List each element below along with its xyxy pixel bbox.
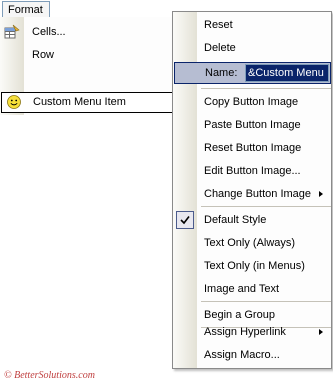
cells-format-icon [4, 24, 20, 40]
menu-item-custom-label: Custom Menu Item [33, 96, 126, 108]
ctx-edit-image[interactable]: Edit Button Image... [173, 160, 331, 182]
menubar-format[interactable]: Format [2, 1, 50, 18]
checkmark-icon [176, 211, 194, 229]
ctx-reset-image[interactable]: Reset Button Image [173, 137, 331, 159]
ctx-delete[interactable]: Delete [173, 37, 331, 59]
menu-item-cells-label: Cells... [32, 26, 66, 38]
ctx-reset-image-label: Reset Button Image [204, 142, 302, 154]
ctx-text-only-always[interactable]: Text Only (Always) [173, 232, 331, 254]
ctx-default-style[interactable]: Default Style [173, 209, 331, 231]
screenshot-root: Format Cells... Row Custom Menu Item Res… [0, 0, 333, 383]
ctx-assign-macro[interactable]: Assign Macro... [173, 344, 331, 366]
ctx-assign-macro-label: Assign Macro... [204, 349, 280, 361]
ctx-change-image-label: Change Button Image [204, 188, 312, 200]
ctx-image-and-text[interactable]: Image and Text [173, 278, 331, 300]
menubar-format-label: Format [8, 4, 43, 16]
ctx-change-image[interactable]: Change Button Image [173, 183, 331, 205]
smiley-icon [6, 94, 22, 110]
ctx-paste-image[interactable]: Paste Button Image [173, 114, 331, 136]
ctx-text-only-menus[interactable]: Text Only (in Menus) [173, 255, 331, 277]
ctx-reset-label: Reset [204, 19, 233, 31]
ctx-reset[interactable]: Reset [173, 14, 331, 36]
menu-item-custom[interactable]: Custom Menu Item [1, 92, 174, 113]
ctx-delete-label: Delete [204, 42, 236, 54]
ctx-copy-image[interactable]: Copy Button Image [173, 91, 331, 113]
ctx-default-style-label: Default Style [204, 214, 267, 226]
ctx-edit-image-label: Edit Button Image... [204, 165, 301, 177]
submenu-arrow-icon [319, 329, 323, 335]
ctx-copy-image-label: Copy Button Image [204, 96, 299, 108]
ctx-text-only-menus-label: Text Only (in Menus) [204, 260, 305, 272]
menu-item-row-label: Row [32, 49, 55, 61]
submenu-arrow-icon [319, 191, 323, 197]
menu-item-row[interactable]: Row [0, 44, 174, 66]
ctx-assign-hyperlink[interactable]: Assign Hyperlink [173, 321, 331, 343]
ctx-name-input[interactable] [245, 64, 329, 82]
ctx-text-only-always-label: Text Only (Always) [204, 237, 296, 249]
separator [201, 206, 331, 207]
separator [201, 88, 331, 89]
ctx-paste-image-label: Paste Button Image [204, 119, 301, 131]
watermark: © BetterSolutions.com [4, 370, 95, 381]
customize-context-menu: Reset Delete Name: Copy Button Image Pas… [172, 11, 332, 369]
ctx-assign-hyperlink-label: Assign Hyperlink [204, 326, 286, 338]
separator [201, 301, 331, 302]
ctx-image-and-text-label: Image and Text [204, 283, 280, 295]
menu-item-cells[interactable]: Cells... [0, 21, 174, 43]
ctx-name-label: Name: [205, 67, 238, 79]
ctx-name-row: Name: [174, 62, 331, 84]
